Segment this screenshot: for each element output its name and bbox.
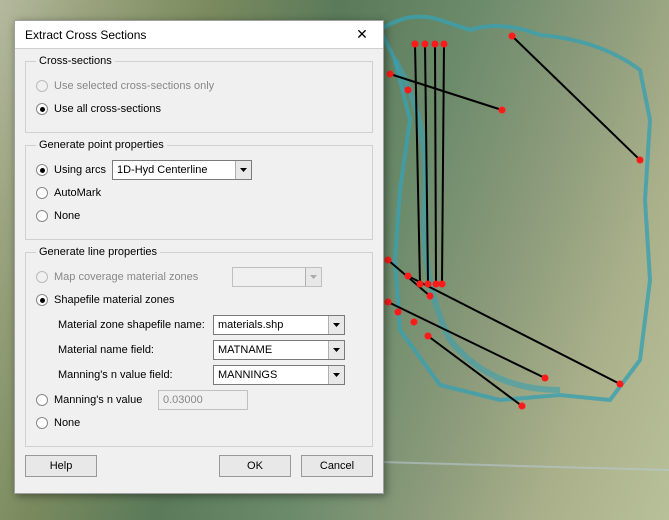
chevron-down-icon [305, 268, 321, 286]
close-button[interactable]: ✕ [347, 24, 377, 46]
use-selected-radio [36, 80, 48, 92]
titlebar: Extract Cross Sections ✕ [15, 21, 383, 49]
shapefile-zones-row[interactable]: Shapefile material zones [36, 290, 362, 310]
use-all-radio[interactable] [36, 103, 48, 115]
help-button[interactable]: Help [25, 455, 97, 477]
chevron-down-icon [328, 316, 344, 334]
button-bar: Help OK Cancel [25, 453, 373, 477]
close-icon: ✕ [356, 26, 368, 43]
mannings-n-value: 0.03000 [163, 394, 203, 406]
mannings-field-row: Manning's n value field: MANNINGS [58, 365, 362, 385]
shapefile-name-value: materials.shp [218, 319, 328, 331]
generate-point-group: Generate point properties Using arcs 1D-… [25, 139, 373, 240]
shapefile-name-label: Material zone shapefile name: [58, 319, 213, 331]
line-none-radio[interactable] [36, 417, 48, 429]
dialog-body: Cross-sections Use selected cross-sectio… [15, 49, 383, 493]
shapefile-name-row: Material zone shapefile name: materials.… [58, 315, 362, 335]
arcs-combo-value: 1D-Hyd Centerline [117, 164, 235, 176]
material-field-combo[interactable]: MATNAME [213, 340, 345, 360]
chevron-down-icon [328, 341, 344, 359]
using-arcs-label: Using arcs [54, 164, 106, 176]
material-field-value: MATNAME [218, 344, 328, 356]
map-coverage-combo [232, 267, 322, 287]
ok-button[interactable]: OK [219, 455, 291, 477]
cancel-button[interactable]: Cancel [301, 455, 373, 477]
mannings-n-input: 0.03000 [158, 390, 248, 410]
mannings-field-label: Manning's n value field: [58, 369, 213, 381]
point-none-row[interactable]: None [36, 206, 362, 226]
point-none-label: None [54, 210, 80, 222]
shapefile-zones-radio[interactable] [36, 294, 48, 306]
material-field-label: Material name field: [58, 344, 213, 356]
mannings-n-row[interactable]: Manning's n value 0.03000 [36, 390, 362, 410]
use-selected-row[interactable]: Use selected cross-sections only [36, 76, 362, 96]
map-coverage-label: Map coverage material zones [54, 271, 226, 283]
dialog-title: Extract Cross Sections [25, 28, 347, 42]
line-none-row[interactable]: None [36, 413, 362, 433]
map-coverage-row[interactable]: Map coverage material zones [36, 267, 362, 287]
shapefile-subform: Material zone shapefile name: materials.… [36, 315, 362, 385]
arcs-combo[interactable]: 1D-Hyd Centerline [112, 160, 252, 180]
mannings-n-label: Manning's n value [54, 394, 152, 406]
automark-radio[interactable] [36, 187, 48, 199]
automark-row[interactable]: AutoMark [36, 183, 362, 203]
map-coverage-radio [36, 271, 48, 283]
cross-sections-group: Cross-sections Use selected cross-sectio… [25, 55, 373, 133]
use-selected-label: Use selected cross-sections only [54, 80, 214, 92]
line-none-label: None [54, 417, 80, 429]
generate-line-legend: Generate line properties [36, 246, 160, 258]
use-all-label: Use all cross-sections [54, 103, 161, 115]
generate-line-group: Generate line properties Map coverage ma… [25, 246, 373, 447]
extract-cross-sections-dialog: Extract Cross Sections ✕ Cross-sections … [14, 20, 384, 494]
material-field-row: Material name field: MATNAME [58, 340, 362, 360]
point-none-radio[interactable] [36, 210, 48, 222]
shapefile-zones-label: Shapefile material zones [54, 294, 174, 306]
cross-sections-legend: Cross-sections [36, 55, 115, 67]
generate-point-legend: Generate point properties [36, 139, 167, 151]
chevron-down-icon [235, 161, 251, 179]
use-all-row[interactable]: Use all cross-sections [36, 99, 362, 119]
chevron-down-icon [328, 366, 344, 384]
using-arcs-row[interactable]: Using arcs 1D-Hyd Centerline [36, 160, 362, 180]
mannings-n-radio[interactable] [36, 394, 48, 406]
mannings-field-value: MANNINGS [218, 369, 328, 381]
automark-label: AutoMark [54, 187, 101, 199]
using-arcs-radio[interactable] [36, 164, 48, 176]
mannings-field-combo[interactable]: MANNINGS [213, 365, 345, 385]
shapefile-name-combo[interactable]: materials.shp [213, 315, 345, 335]
